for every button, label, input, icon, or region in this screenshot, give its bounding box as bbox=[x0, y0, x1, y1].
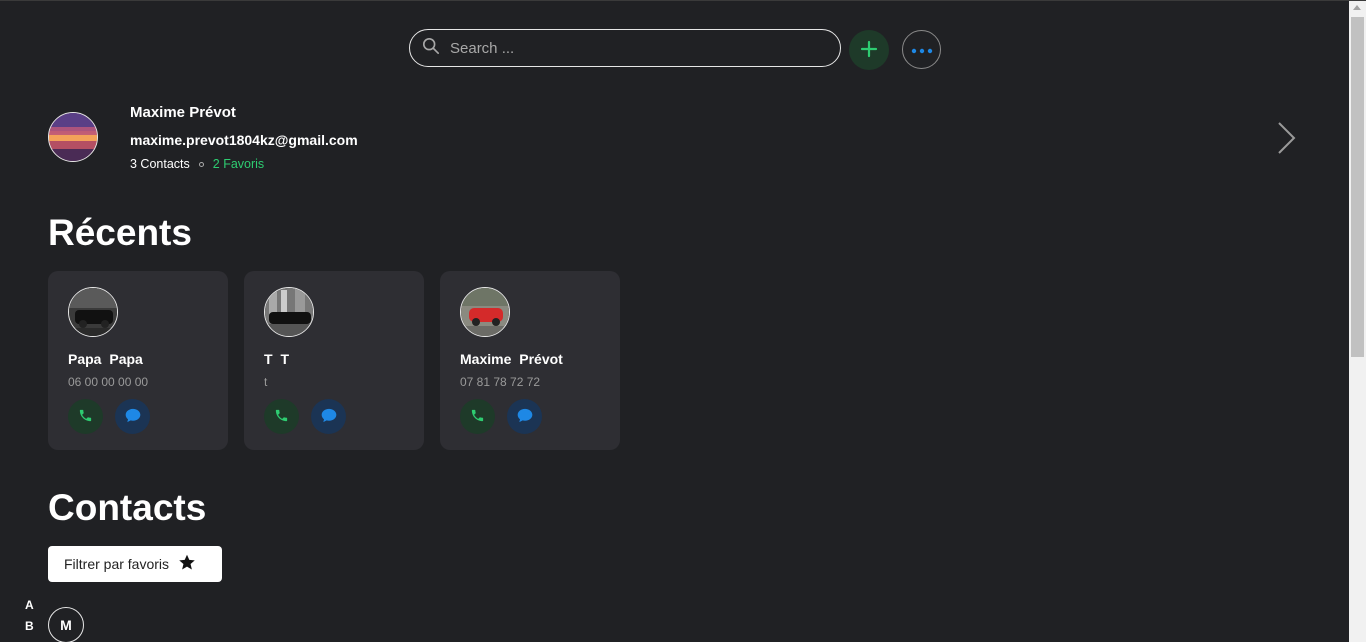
recent-card[interactable]: T T t bbox=[244, 271, 424, 450]
contact-name: T T bbox=[264, 351, 289, 367]
avatar bbox=[460, 287, 510, 337]
scrollbar-thumb[interactable] bbox=[1351, 17, 1364, 357]
add-contact-button[interactable] bbox=[849, 30, 889, 70]
profile-avatar[interactable] bbox=[48, 112, 98, 162]
phone-icon bbox=[78, 408, 93, 426]
search-icon bbox=[422, 37, 440, 60]
alphabet-index-letter[interactable]: A bbox=[25, 598, 34, 612]
avatar bbox=[68, 287, 118, 337]
contacts-title: Contacts bbox=[48, 487, 207, 528]
plus-icon bbox=[860, 40, 878, 61]
phone-icon bbox=[274, 408, 289, 426]
profile-stats: 3 Contacts 2 Favoris bbox=[130, 157, 264, 171]
more-options-button[interactable] bbox=[902, 30, 941, 69]
group-letter-avatar: M bbox=[48, 607, 84, 642]
recents-title: Récents bbox=[48, 212, 192, 253]
recent-card[interactable]: Maxime Prévot 07 81 78 72 72 bbox=[440, 271, 620, 450]
favorites-count[interactable]: 2 Favoris bbox=[213, 157, 264, 171]
scroll-up-arrow-icon[interactable] bbox=[1353, 5, 1361, 10]
separator-dot bbox=[198, 161, 204, 167]
contact-name: Papa Papa bbox=[68, 351, 143, 367]
contacts-count: 3 Contacts bbox=[130, 157, 190, 171]
more-dots-icon bbox=[911, 42, 933, 57]
contact-phone: t bbox=[264, 375, 268, 389]
call-button[interactable] bbox=[68, 399, 103, 434]
message-button[interactable] bbox=[115, 399, 150, 434]
message-button[interactable] bbox=[311, 399, 346, 434]
avatar bbox=[264, 287, 314, 337]
filter-favorites-button[interactable]: Filtrer par favoris bbox=[48, 546, 222, 582]
profile-name: Maxime Prévot bbox=[130, 104, 236, 121]
star-icon bbox=[169, 554, 196, 574]
search-input[interactable] bbox=[450, 39, 830, 57]
contact-phone: 06 00 00 00 00 bbox=[68, 375, 149, 389]
chevron-right-icon[interactable] bbox=[1272, 121, 1302, 155]
chat-bubble-icon bbox=[321, 408, 337, 426]
call-button[interactable] bbox=[460, 399, 495, 434]
contact-phone: 07 81 78 72 72 bbox=[460, 375, 541, 389]
contact-name: Maxime Prévot bbox=[460, 351, 563, 367]
search-bar[interactable] bbox=[409, 29, 841, 67]
profile-email: maxime.prevot1804kz@gmail.com bbox=[130, 132, 358, 148]
phone-icon bbox=[470, 408, 485, 426]
chat-bubble-icon bbox=[517, 408, 533, 426]
message-button[interactable] bbox=[507, 399, 542, 434]
filter-label: Filtrer par favoris bbox=[64, 556, 170, 572]
page-scrollbar[interactable] bbox=[1349, 1, 1366, 642]
recent-card[interactable]: Papa Papa 06 00 00 00 00 bbox=[48, 271, 228, 450]
call-button[interactable] bbox=[264, 399, 299, 434]
chat-bubble-icon bbox=[125, 408, 141, 426]
alphabet-index-letter[interactable]: B bbox=[25, 619, 34, 633]
